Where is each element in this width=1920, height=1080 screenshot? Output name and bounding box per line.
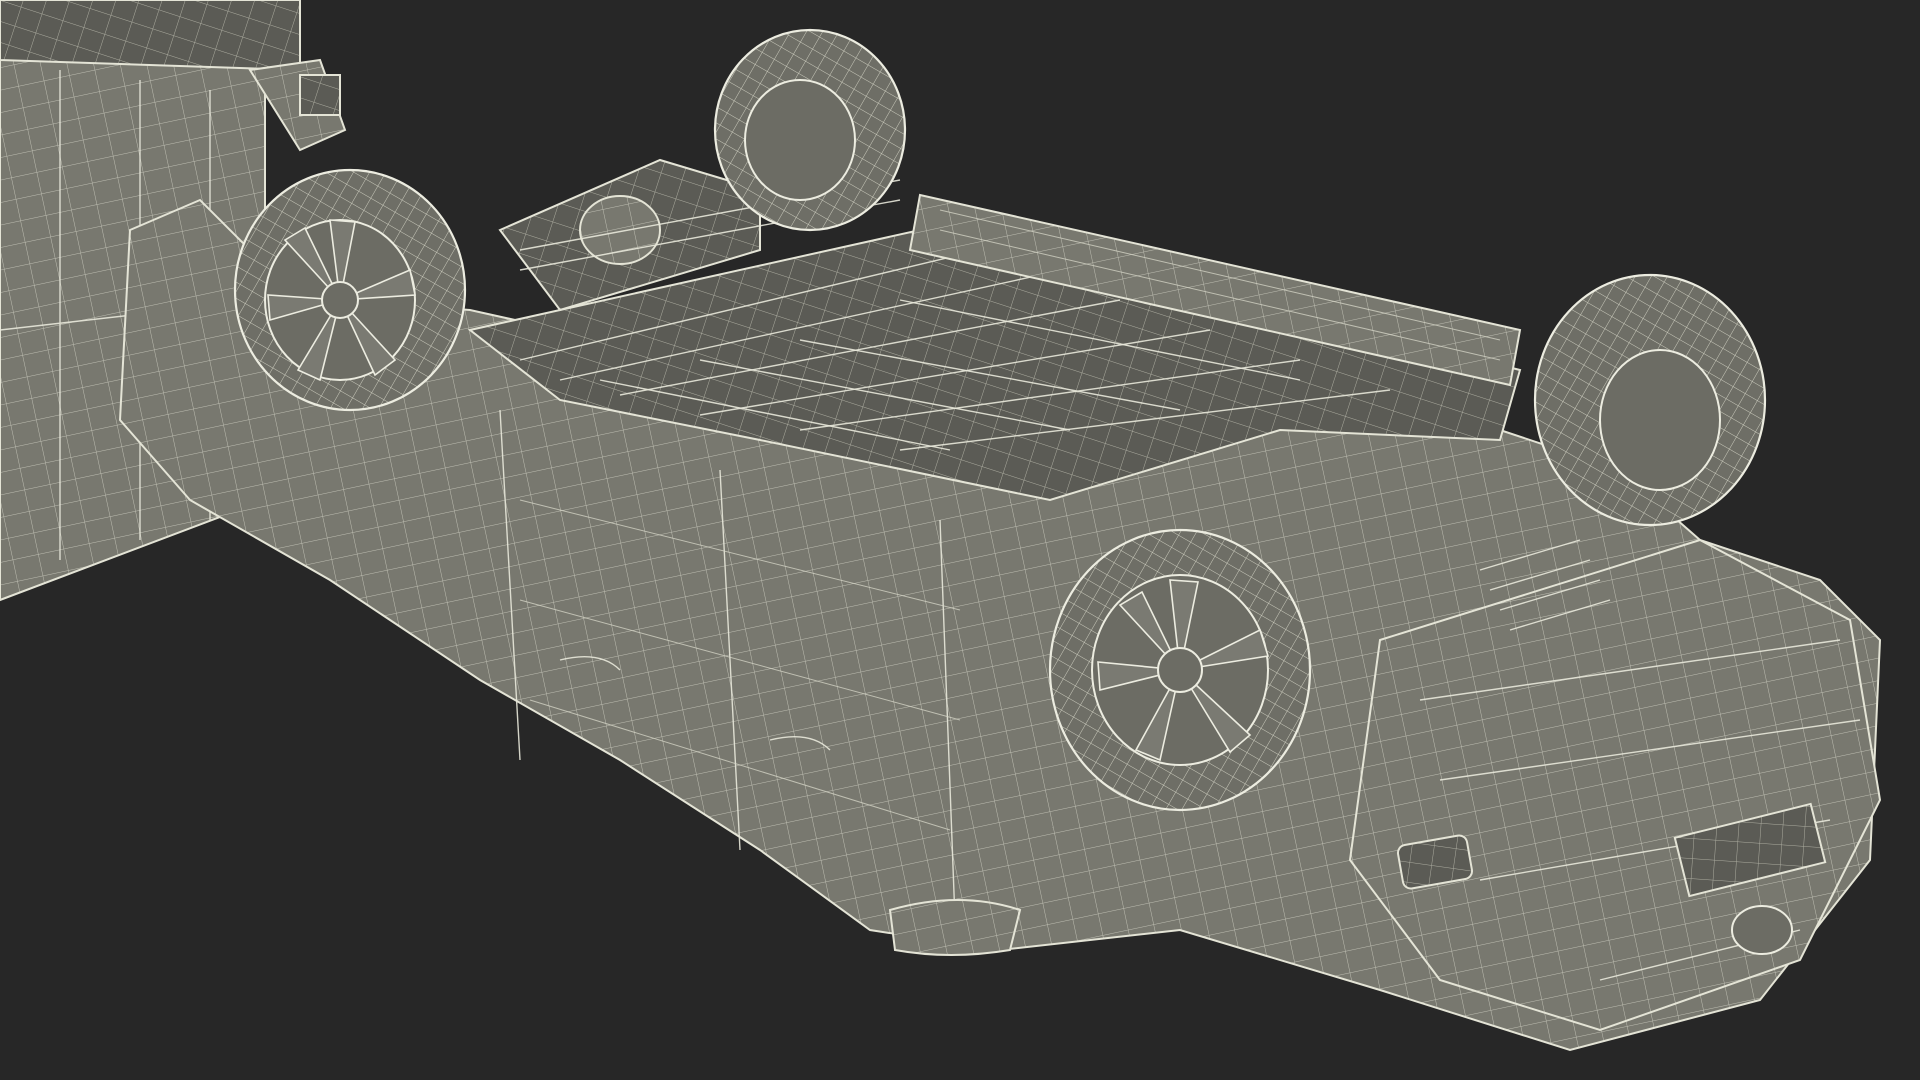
rear-left-wheel [713,28,907,232]
render-viewport [0,0,1882,1052]
rear-right-wheel [233,168,467,412]
front-left-wheel [1048,528,1312,812]
front-right-wheel [1533,273,1767,527]
